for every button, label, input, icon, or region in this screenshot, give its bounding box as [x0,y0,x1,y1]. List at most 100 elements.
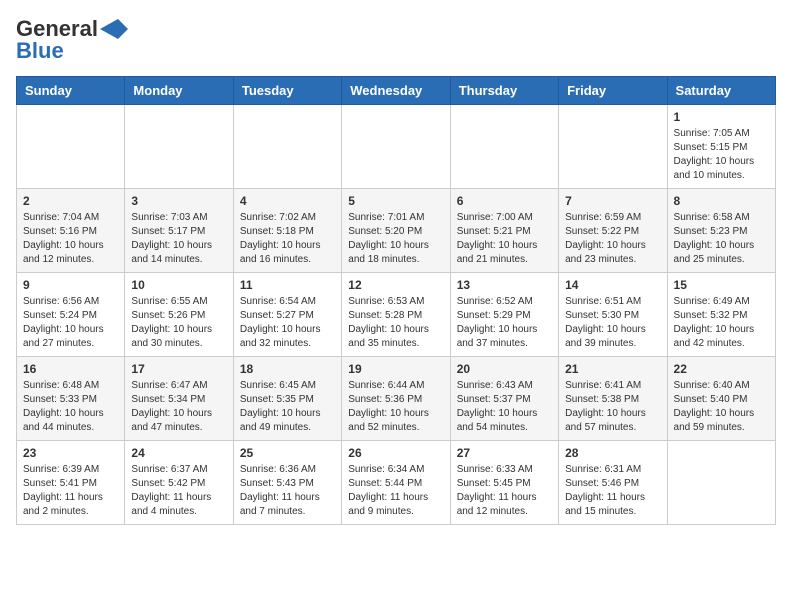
calendar-cell: 20 Sunrise: 6:43 AM Sunset: 5:37 PM Dayli… [450,357,558,441]
day-info: Sunrise: 6:44 AM Sunset: 5:36 PM Dayligh… [348,379,443,435]
calendar-cell: 12 Sunrise: 6:53 AM Sunset: 5:28 PM Dayli… [342,273,450,357]
day-info: Sunrise: 6:40 AM Sunset: 5:40 PM Dayligh… [674,379,769,435]
day-info: Sunrise: 7:05 AM Sunset: 5:15 PM Dayligh… [674,127,769,183]
day-number: 5 [348,194,443,208]
day-number: 17 [131,362,226,376]
calendar-cell: 9 Sunrise: 6:56 AM Sunset: 5:24 PM Daylig… [17,273,125,357]
weekday-header-friday: Friday [559,77,667,105]
day-number: 26 [348,446,443,460]
calendar-cell [667,441,775,525]
day-number: 25 [240,446,335,460]
day-info: Sunrise: 6:34 AM Sunset: 5:44 PM Dayligh… [348,463,443,519]
calendar-cell: 4 Sunrise: 7:02 AM Sunset: 5:18 PM Daylig… [233,189,341,273]
day-number: 14 [565,278,660,292]
calendar-cell: 17 Sunrise: 6:47 AM Sunset: 5:34 PM Dayli… [125,357,233,441]
calendar-cell [233,105,341,189]
day-info: Sunrise: 7:00 AM Sunset: 5:21 PM Dayligh… [457,211,552,267]
day-info: Sunrise: 6:55 AM Sunset: 5:26 PM Dayligh… [131,295,226,351]
calendar-cell [17,105,125,189]
calendar-cell: 3 Sunrise: 7:03 AM Sunset: 5:17 PM Daylig… [125,189,233,273]
day-number: 11 [240,278,335,292]
calendar-body: 1 Sunrise: 7:05 AM Sunset: 5:15 PM Daylig… [17,105,776,525]
weekday-header-row: SundayMondayTuesdayWednesdayThursdayFrid… [17,77,776,105]
day-number: 15 [674,278,769,292]
calendar-cell: 6 Sunrise: 7:00 AM Sunset: 5:21 PM Daylig… [450,189,558,273]
day-number: 2 [23,194,118,208]
day-number: 22 [674,362,769,376]
calendar-cell: 27 Sunrise: 6:33 AM Sunset: 5:45 PM Dayli… [450,441,558,525]
day-number: 28 [565,446,660,460]
day-info: Sunrise: 6:33 AM Sunset: 5:45 PM Dayligh… [457,463,552,519]
day-number: 23 [23,446,118,460]
logo-blue: Blue [16,38,64,64]
day-number: 6 [457,194,552,208]
day-number: 1 [674,110,769,124]
header: General Blue [16,16,776,64]
day-info: Sunrise: 6:43 AM Sunset: 5:37 PM Dayligh… [457,379,552,435]
weekday-header-tuesday: Tuesday [233,77,341,105]
day-info: Sunrise: 6:53 AM Sunset: 5:28 PM Dayligh… [348,295,443,351]
day-info: Sunrise: 7:04 AM Sunset: 5:16 PM Dayligh… [23,211,118,267]
day-info: Sunrise: 6:48 AM Sunset: 5:33 PM Dayligh… [23,379,118,435]
day-number: 18 [240,362,335,376]
weekday-header-sunday: Sunday [17,77,125,105]
calendar-cell: 15 Sunrise: 6:49 AM Sunset: 5:32 PM Dayli… [667,273,775,357]
day-number: 20 [457,362,552,376]
calendar-cell: 26 Sunrise: 6:34 AM Sunset: 5:44 PM Dayli… [342,441,450,525]
calendar-cell: 19 Sunrise: 6:44 AM Sunset: 5:36 PM Dayli… [342,357,450,441]
day-number: 3 [131,194,226,208]
day-info: Sunrise: 6:59 AM Sunset: 5:22 PM Dayligh… [565,211,660,267]
calendar-cell [559,105,667,189]
weekday-header-thursday: Thursday [450,77,558,105]
day-number: 10 [131,278,226,292]
calendar: SundayMondayTuesdayWednesdayThursdayFrid… [16,76,776,525]
calendar-cell: 28 Sunrise: 6:31 AM Sunset: 5:46 PM Dayli… [559,441,667,525]
day-info: Sunrise: 6:56 AM Sunset: 5:24 PM Dayligh… [23,295,118,351]
calendar-cell: 22 Sunrise: 6:40 AM Sunset: 5:40 PM Dayli… [667,357,775,441]
calendar-week-3: 16 Sunrise: 6:48 AM Sunset: 5:33 PM Dayli… [17,357,776,441]
day-number: 21 [565,362,660,376]
calendar-cell: 16 Sunrise: 6:48 AM Sunset: 5:33 PM Dayli… [17,357,125,441]
day-info: Sunrise: 6:36 AM Sunset: 5:43 PM Dayligh… [240,463,335,519]
calendar-cell: 25 Sunrise: 6:36 AM Sunset: 5:43 PM Dayli… [233,441,341,525]
day-number: 16 [23,362,118,376]
day-number: 12 [348,278,443,292]
day-info: Sunrise: 7:01 AM Sunset: 5:20 PM Dayligh… [348,211,443,267]
day-info: Sunrise: 6:52 AM Sunset: 5:29 PM Dayligh… [457,295,552,351]
weekday-header-monday: Monday [125,77,233,105]
day-info: Sunrise: 6:31 AM Sunset: 5:46 PM Dayligh… [565,463,660,519]
logo-arrow-icon [100,19,128,39]
calendar-cell: 1 Sunrise: 7:05 AM Sunset: 5:15 PM Daylig… [667,105,775,189]
logo: General Blue [16,16,128,64]
calendar-cell: 13 Sunrise: 6:52 AM Sunset: 5:29 PM Dayli… [450,273,558,357]
calendar-cell: 14 Sunrise: 6:51 AM Sunset: 5:30 PM Dayli… [559,273,667,357]
day-info: Sunrise: 7:03 AM Sunset: 5:17 PM Dayligh… [131,211,226,267]
day-info: Sunrise: 6:37 AM Sunset: 5:42 PM Dayligh… [131,463,226,519]
day-number: 8 [674,194,769,208]
day-number: 4 [240,194,335,208]
day-number: 19 [348,362,443,376]
calendar-cell: 23Sunrise: 6:39 AM Sunset: 5:41 PM Dayli… [17,441,125,525]
day-number: 13 [457,278,552,292]
calendar-week-4: 23Sunrise: 6:39 AM Sunset: 5:41 PM Dayli… [17,441,776,525]
day-number: 27 [457,446,552,460]
day-info: Sunrise: 6:49 AM Sunset: 5:32 PM Dayligh… [674,295,769,351]
calendar-cell [125,105,233,189]
day-info: Sunrise: 6:51 AM Sunset: 5:30 PM Dayligh… [565,295,660,351]
day-info: Sunrise: 7:02 AM Sunset: 5:18 PM Dayligh… [240,211,335,267]
calendar-week-1: 2 Sunrise: 7:04 AM Sunset: 5:16 PM Daylig… [17,189,776,273]
day-number: 9 [23,278,118,292]
calendar-cell: 2 Sunrise: 7:04 AM Sunset: 5:16 PM Daylig… [17,189,125,273]
day-info: Sunrise: 6:47 AM Sunset: 5:34 PM Dayligh… [131,379,226,435]
day-number: 7 [565,194,660,208]
calendar-cell: 10 Sunrise: 6:55 AM Sunset: 5:26 PM Dayli… [125,273,233,357]
calendar-cell: 7 Sunrise: 6:59 AM Sunset: 5:22 PM Daylig… [559,189,667,273]
calendar-cell: 21 Sunrise: 6:41 AM Sunset: 5:38 PM Dayli… [559,357,667,441]
calendar-cell: 5 Sunrise: 7:01 AM Sunset: 5:20 PM Daylig… [342,189,450,273]
calendar-cell: 8Sunrise: 6:58 AM Sunset: 5:23 PM Daylig… [667,189,775,273]
day-info: Sunrise: 6:54 AM Sunset: 5:27 PM Dayligh… [240,295,335,351]
day-info: Sunrise: 6:45 AM Sunset: 5:35 PM Dayligh… [240,379,335,435]
day-info: Sunrise: 6:41 AM Sunset: 5:38 PM Dayligh… [565,379,660,435]
weekday-header-wednesday: Wednesday [342,77,450,105]
calendar-cell [450,105,558,189]
